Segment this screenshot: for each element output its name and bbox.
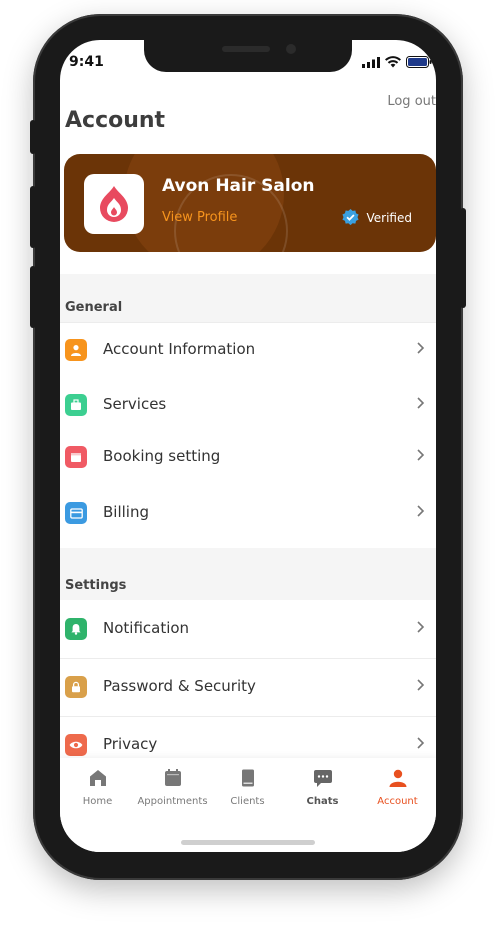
- tab-account[interactable]: Account: [360, 768, 435, 807]
- volume-up-button: [30, 186, 36, 248]
- home-indicator: [181, 840, 315, 845]
- speaker-grille: [222, 46, 270, 52]
- chevron-right-icon: [417, 679, 425, 691]
- power-button: [460, 208, 466, 308]
- eye-icon: [65, 734, 87, 756]
- battery-icon: [406, 56, 432, 68]
- tab-label: Home: [82, 796, 113, 807]
- menu-item-notification[interactable]: Notification: [60, 602, 436, 659]
- section-title-general: General: [65, 300, 123, 315]
- tab-label: Account: [377, 796, 418, 807]
- menu-label: Password & Security: [103, 677, 256, 695]
- menu-label: Booking setting: [103, 447, 221, 465]
- user-icon: [65, 339, 87, 361]
- calendar-icon: [65, 446, 87, 468]
- tab-home[interactable]: Home: [60, 768, 135, 807]
- chat-icon: [313, 770, 332, 787]
- lock-icon: [65, 676, 87, 698]
- tab-appointments[interactable]: Appointments: [135, 768, 210, 807]
- calendar-icon: [164, 769, 181, 786]
- menu-label: Privacy: [103, 735, 158, 753]
- tab-label: Clients: [230, 796, 265, 807]
- tab-label: Appointments: [137, 796, 208, 807]
- screen: 9:41 Log out Account Avon Hair Salon Vie…: [60, 40, 436, 852]
- flame-logo-icon: [100, 186, 128, 222]
- verified-icon: [341, 209, 359, 226]
- menu-label: Billing: [103, 503, 149, 521]
- notch: [144, 40, 352, 72]
- view-profile-link[interactable]: View Profile: [162, 210, 237, 225]
- menu-label: Account Information: [103, 340, 256, 358]
- home-icon: [89, 770, 106, 786]
- page-title: Account: [65, 108, 166, 133]
- profile-card[interactable]: Avon Hair Salon View Profile Verified: [64, 154, 436, 252]
- chevron-right-icon: [417, 397, 425, 409]
- verified-badge: Verified: [341, 209, 413, 226]
- salon-logo: [84, 174, 144, 234]
- tab-label: Chats: [306, 796, 339, 807]
- person-icon: [389, 769, 406, 787]
- menu-item-password-security[interactable]: Password & Security: [60, 660, 436, 717]
- bottom-tab-bar: Home Appointments Clients Chats Account: [60, 758, 436, 852]
- menu-item-services[interactable]: Services: [60, 378, 436, 435]
- tab-chats[interactable]: Chats: [285, 768, 360, 807]
- menu-label: Services: [103, 395, 167, 413]
- bell-icon: [65, 618, 87, 640]
- section-title-settings: Settings: [65, 578, 127, 593]
- menu-item-account-information[interactable]: Account Information: [60, 322, 436, 380]
- verified-label: Verified: [366, 210, 413, 225]
- status-time: 9:41: [69, 54, 104, 70]
- chevron-right-icon: [417, 449, 425, 461]
- mute-switch: [30, 120, 36, 154]
- chevron-right-icon: [417, 737, 425, 749]
- volume-down-button: [30, 266, 36, 328]
- signal-icon: [362, 56, 380, 68]
- salon-name: Avon Hair Salon: [162, 176, 315, 196]
- credit-card-icon: [65, 502, 87, 524]
- logout-button[interactable]: Log out: [387, 94, 436, 109]
- briefcase-icon: [65, 394, 87, 416]
- menu-label: Notification: [103, 619, 190, 637]
- menu-item-booking-setting[interactable]: Booking setting: [60, 430, 436, 487]
- chevron-right-icon: [417, 505, 425, 517]
- wifi-icon: [385, 56, 401, 68]
- book-icon: [241, 769, 254, 787]
- menu-item-billing[interactable]: Billing: [60, 486, 436, 542]
- chevron-right-icon: [417, 621, 425, 633]
- chevron-right-icon: [417, 342, 425, 354]
- front-camera: [286, 44, 296, 54]
- status-icons: [362, 56, 432, 68]
- tab-clients[interactable]: Clients: [210, 768, 285, 807]
